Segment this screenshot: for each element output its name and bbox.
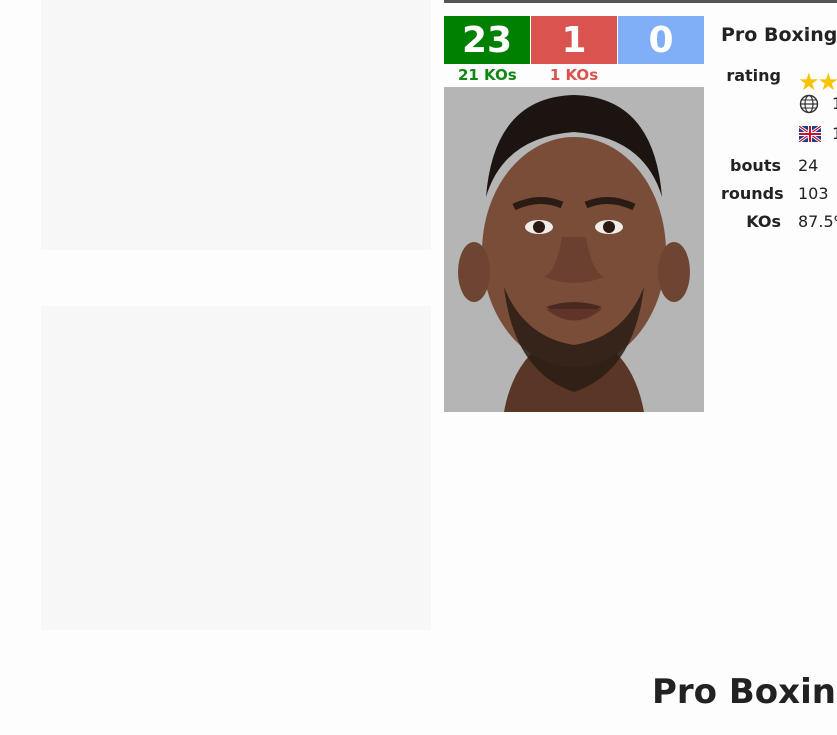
section-heading: Pro Boxing: [652, 672, 837, 712]
rating-label: rating: [726, 66, 781, 85]
ad-placeholder-bottom: [41, 306, 431, 630]
star-icon: ★★★★★: [798, 68, 837, 96]
kos-value: 87.5%: [798, 212, 837, 231]
ad-placeholder-top: [41, 0, 431, 250]
fight-record: 23 1 0: [444, 16, 704, 64]
draw-kos-empty: [617, 66, 704, 84]
losses-count: 1: [531, 16, 618, 64]
uk-rank: 1: [832, 124, 837, 143]
boxer-portrait-illustration: [444, 87, 704, 412]
bouts-label: bouts: [729, 156, 781, 175]
loss-kos: 1 KOs: [549, 66, 599, 84]
boxer-photo[interactable]: [444, 87, 704, 412]
draws-count: 0: [618, 16, 704, 64]
page: 23 1 0 21 KOs 1 KOs Pro Boxing rating ★★…: [0, 0, 837, 735]
rounds-label: rounds: [721, 184, 784, 203]
rounds-value: 103: [798, 184, 829, 203]
ko-breakdown: 21 KOs 1 KOs: [444, 66, 704, 84]
profile-title: Pro Boxing: [721, 24, 837, 46]
header-divider: [444, 0, 837, 3]
win-kos: 21 KOs: [457, 66, 517, 84]
kos-label: KOs: [746, 212, 781, 231]
world-rank: 1: [832, 94, 837, 113]
globe-icon: [799, 94, 819, 114]
uk-flag-icon: [799, 126, 821, 142]
wins-count: 23: [444, 16, 531, 64]
bouts-value: 24: [798, 156, 819, 175]
